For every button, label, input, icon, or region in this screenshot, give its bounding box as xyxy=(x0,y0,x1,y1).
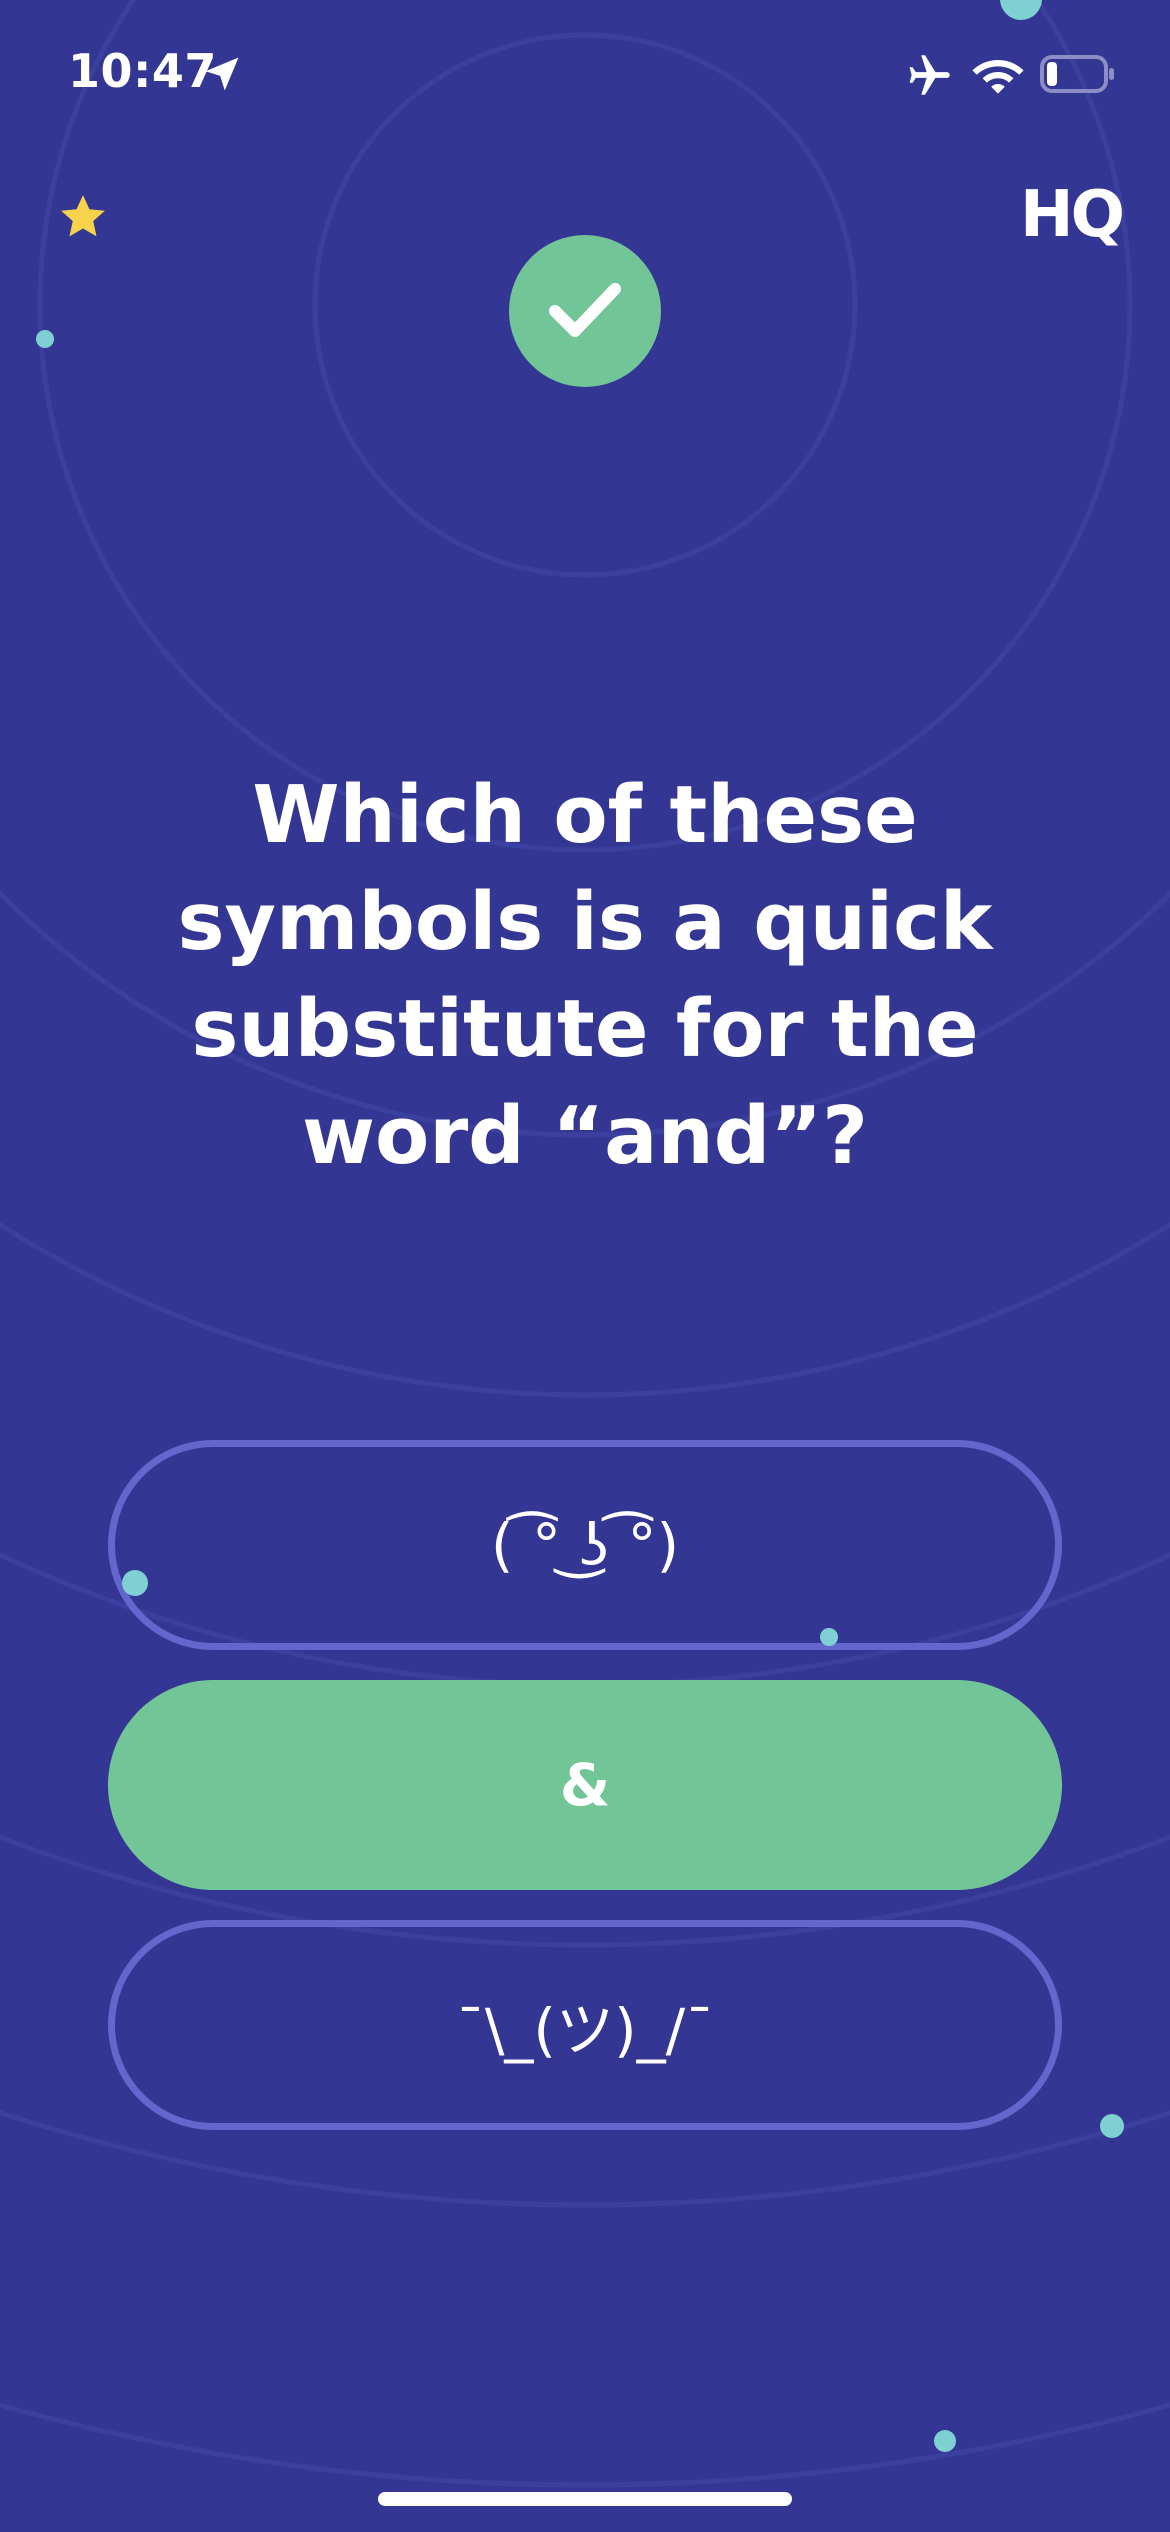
home-indicator[interactable] xyxy=(378,2492,792,2506)
question-text: Which of these symbols is a quick substi… xyxy=(177,769,993,1182)
airplane-icon xyxy=(909,55,950,95)
answer-option-2-correct[interactable]: & xyxy=(108,1680,1062,1890)
status-bar: 10:47 xyxy=(0,0,1170,150)
checkmark-icon xyxy=(549,283,621,337)
location-arrow-icon xyxy=(205,57,239,91)
decor-dot xyxy=(36,330,54,348)
status-time: 10:47 xyxy=(68,44,217,98)
decor-dot xyxy=(1100,2114,1124,2138)
trivia-screen: 10:47 HQ Which of these symbols is a qui… xyxy=(0,0,1170,2532)
battery-icon xyxy=(1040,55,1114,93)
star-icon xyxy=(61,195,105,237)
hq-logo: HQ xyxy=(1020,178,1125,252)
answer-option-1[interactable]: ( ͡° ͜ʖ ͡°) xyxy=(108,1440,1062,1650)
answer-option-3[interactable]: ¯\_(ツ)_/¯ xyxy=(108,1920,1062,2130)
decor-dot xyxy=(122,1570,148,1596)
correct-answer-badge xyxy=(509,235,661,387)
decor-dot xyxy=(820,1628,838,1646)
wifi-icon xyxy=(972,60,1024,94)
decor-dot xyxy=(934,2430,956,2452)
